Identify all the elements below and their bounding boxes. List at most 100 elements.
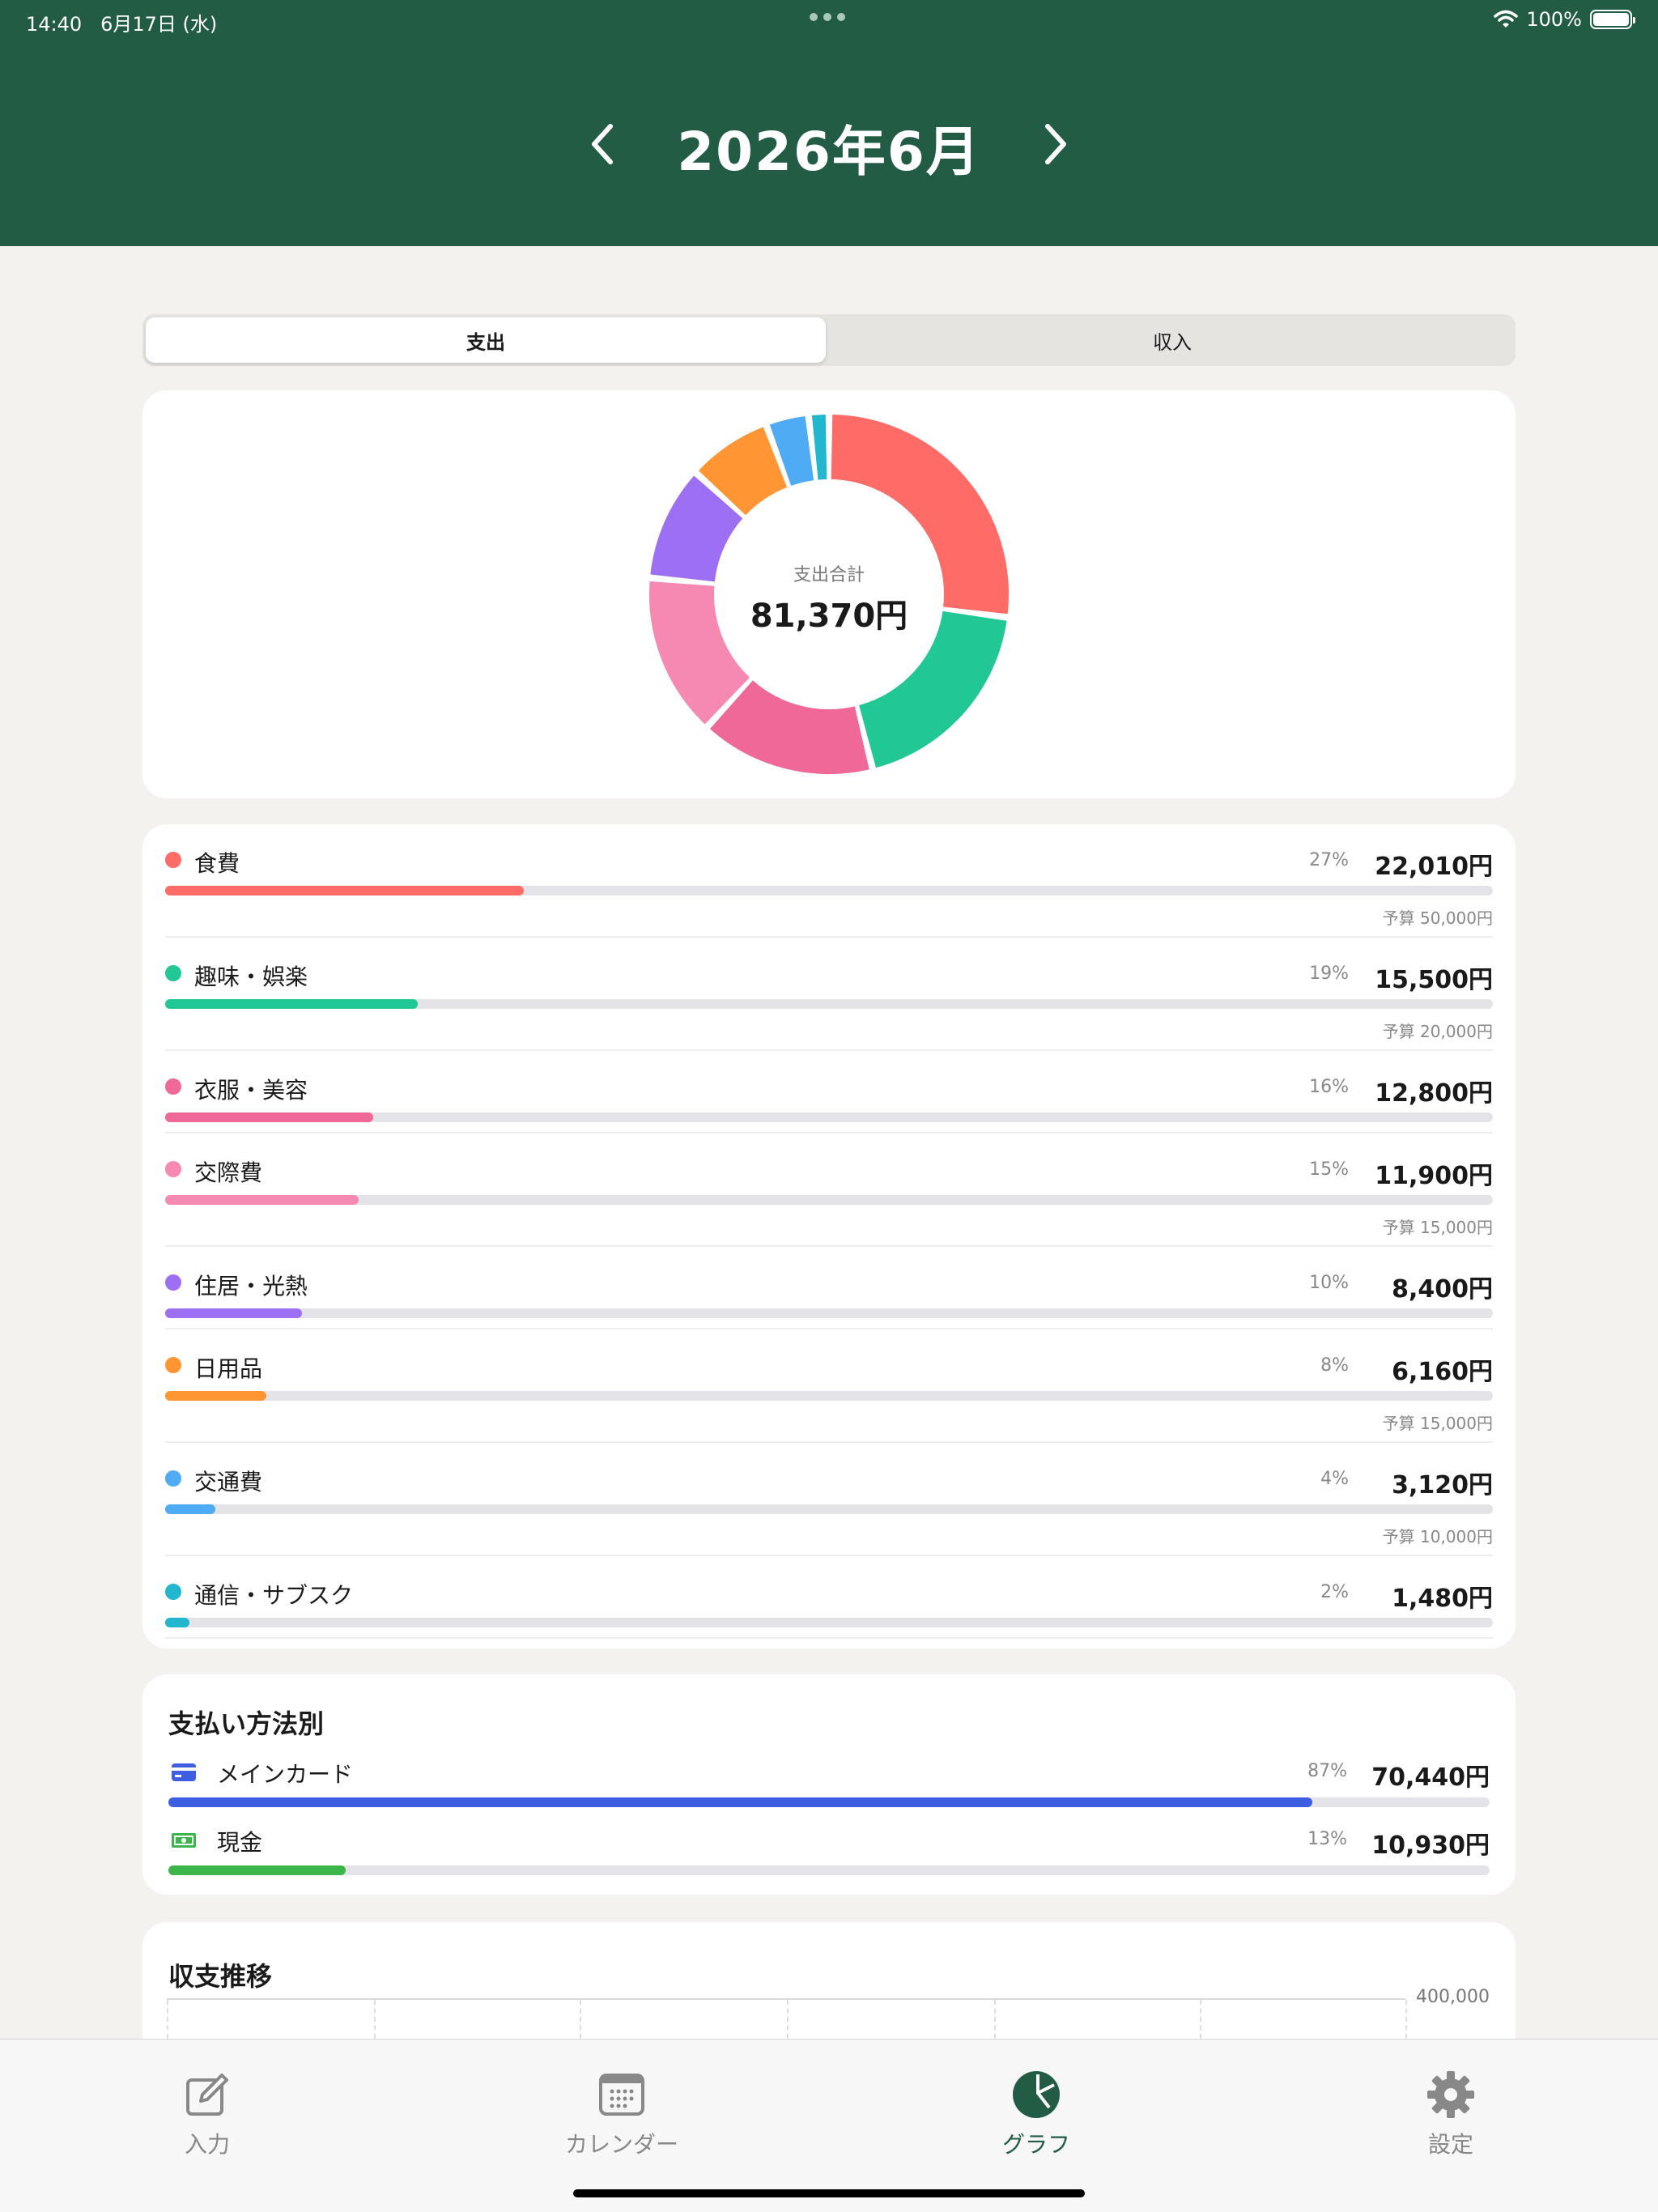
clock: 14:40	[26, 13, 83, 36]
tab-label: グラフ	[1001, 2131, 1070, 2158]
tab-bar: 入力 カレンダー グラフ 設定	[0, 2039, 1658, 2212]
donut-card: 支出合計 81,370円	[142, 390, 1516, 798]
status-date: 6月17日 (水)	[100, 13, 218, 36]
row-divider	[165, 1245, 1493, 1247]
tab-settings[interactable]: 設定	[1354, 2069, 1548, 2159]
category-bar-fill	[165, 1618, 189, 1627]
category-bar-fill	[165, 1112, 374, 1122]
donut-segment[interactable]	[811, 415, 827, 480]
category-amount: 6,160円	[1392, 1358, 1493, 1386]
segment-income[interactable]: 収入	[832, 317, 1512, 363]
category-percent: 27%	[1309, 850, 1349, 870]
cash-icon	[172, 1833, 196, 1848]
category-amount: 12,800円	[1375, 1079, 1493, 1108]
chevron-right-icon	[1045, 124, 1066, 164]
category-color-dot	[165, 965, 181, 981]
category-bar-track	[165, 1618, 1493, 1627]
tab-label: 入力	[184, 2131, 230, 2158]
payment-bar-fill	[168, 1797, 1313, 1807]
donut-label: 支出合計	[793, 565, 865, 585]
tab-label: カレンダー	[564, 2131, 678, 2158]
tab-input[interactable]: 入力	[110, 2069, 304, 2159]
category-bar-fill	[165, 1195, 359, 1205]
category-amount: 22,010円	[1375, 853, 1493, 881]
row-divider	[165, 1049, 1493, 1051]
category-amount: 11,900円	[1375, 1162, 1493, 1190]
month-nav: 2026年6月	[0, 105, 1658, 183]
donut-segment[interactable]	[769, 415, 815, 487]
category-color-dot	[165, 1584, 181, 1600]
battery-icon	[1590, 10, 1635, 29]
category-name: 衣服・美容	[194, 1077, 308, 1104]
category-bar-track	[165, 999, 1493, 1009]
category-bar-fill	[165, 1391, 266, 1401]
category-name: 食費	[194, 850, 240, 877]
multitask-dots-icon[interactable]	[810, 13, 845, 21]
calendar-icon	[599, 2074, 644, 2116]
payment-amount: 70,440円	[1371, 1763, 1490, 1792]
payment-amount: 10,930円	[1371, 1831, 1490, 1860]
category-color-dot	[165, 1274, 181, 1291]
wifi-icon	[1494, 10, 1519, 28]
payment-bar-fill	[168, 1865, 346, 1875]
status-time: 14:40 6月17日 (水)	[26, 8, 217, 36]
tab-graph[interactable]: グラフ	[939, 2069, 1133, 2159]
category-percent: 2%	[1320, 1582, 1349, 1602]
donut-segment[interactable]	[698, 427, 789, 516]
row-divider	[165, 1328, 1493, 1329]
battery-percent: 100%	[1526, 8, 1582, 31]
category-budget: 予算 20,000円	[1382, 1022, 1493, 1041]
segment-expense[interactable]: 支出	[146, 317, 826, 363]
payment-card: 支払い方法別 メインカード 87% 70,440円 現金 13% 10,930円	[142, 1674, 1516, 1895]
category-budget: 予算 15,000円	[1382, 1414, 1493, 1433]
category-bar-fill	[165, 999, 418, 1009]
credit-card-icon	[172, 1763, 196, 1781]
category-name: 住居・光熱	[194, 1273, 308, 1300]
category-bar-fill	[165, 886, 524, 895]
home-indicator	[573, 2189, 1085, 2197]
type-segmented-control: 支出 収入	[142, 314, 1516, 366]
header: 14:40 6月17日 (水) 100% 2026年6月	[0, 0, 1658, 246]
category-percent: 15%	[1309, 1159, 1349, 1180]
payment-pct: 13%	[1307, 1829, 1347, 1849]
page-title: 2026年6月	[677, 121, 981, 183]
payment-pct: 87%	[1307, 1761, 1347, 1781]
category-percent: 19%	[1309, 963, 1349, 984]
category-bar-track	[165, 1112, 1493, 1122]
next-month-button[interactable]	[1035, 120, 1075, 168]
category-name: 交際費	[194, 1159, 263, 1186]
category-color-dot	[165, 1078, 181, 1095]
donut-segment[interactable]	[709, 679, 869, 774]
status-right: 100%	[1494, 8, 1635, 31]
category-bar-track	[165, 1391, 1493, 1401]
donut-total: 81,370円	[750, 598, 908, 635]
category-budget: 予算 50,000円	[1382, 908, 1493, 928]
payment-bar-track	[168, 1797, 1490, 1807]
gear-icon	[1427, 2071, 1474, 2118]
row-divider	[165, 936, 1493, 938]
row-divider	[165, 1555, 1493, 1556]
payment-title: 支払い方法別	[168, 1708, 325, 1739]
category-name: 趣味・娯楽	[194, 963, 308, 990]
payment-name: 現金	[217, 1829, 263, 1856]
status-bar: 14:40 6月17日 (水) 100%	[0, 6, 1658, 39]
tab-calendar[interactable]: カレンダー	[525, 2069, 719, 2159]
category-bar-fill	[165, 1308, 302, 1318]
row-divider	[165, 1637, 1493, 1639]
category-amount: 3,120円	[1392, 1471, 1493, 1499]
category-color-dot	[165, 1161, 181, 1177]
category-amount: 8,400円	[1392, 1275, 1493, 1304]
category-amount: 15,500円	[1375, 966, 1493, 994]
category-percent: 8%	[1320, 1355, 1349, 1376]
category-bar-track	[165, 886, 1493, 895]
trend-title: 収支推移	[168, 1961, 273, 1992]
tab-label: 設定	[1427, 2131, 1473, 2158]
category-percent: 4%	[1320, 1469, 1349, 1489]
trend-axis-line	[167, 1998, 1405, 2000]
category-budget: 予算 10,000円	[1382, 1527, 1493, 1546]
row-divider	[165, 1132, 1493, 1134]
category-amount: 1,480円	[1392, 1585, 1493, 1613]
edit-icon	[186, 2074, 228, 2116]
category-name: 日用品	[194, 1355, 263, 1382]
category-bar-fill	[165, 1504, 216, 1514]
